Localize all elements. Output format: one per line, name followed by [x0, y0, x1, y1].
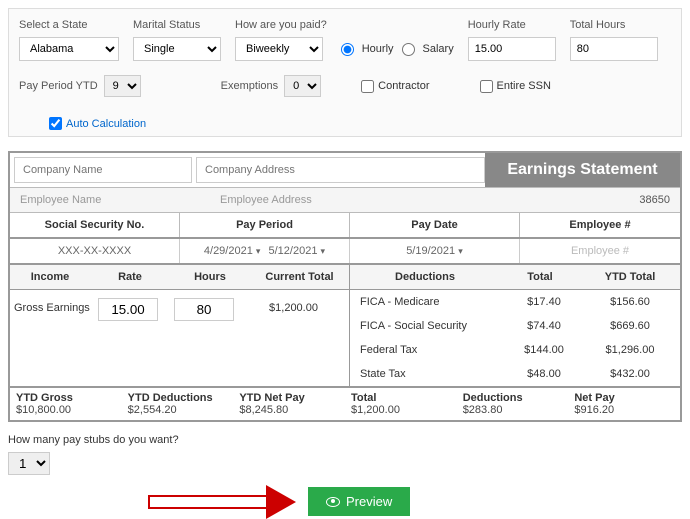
rate-input[interactable] — [468, 37, 556, 61]
ded-total: $74.40 — [504, 320, 584, 332]
ded-total: $48.00 — [504, 368, 584, 380]
gross-earnings-label: Gross Earnings — [14, 298, 90, 314]
earn-current-total: $1,200.00 — [242, 298, 345, 314]
sum-ytd-net-v: $8,245.80 — [239, 404, 339, 416]
ded-ytd: $669.60 — [584, 320, 676, 332]
hours-input[interactable] — [570, 37, 658, 61]
stub-count-question: How many pay stubs do you want? — [8, 434, 682, 446]
earn-hours-input[interactable] — [174, 298, 234, 321]
hdr-pay-date: Pay Date — [350, 213, 520, 237]
auto-label: Auto Calculation — [66, 118, 146, 130]
company-address-input[interactable] — [196, 157, 485, 183]
val-ssn: XXX-XX-XXXX — [10, 239, 180, 263]
ded-ytd: $156.60 — [584, 296, 676, 308]
sum-ytd-ded-v: $2,554.20 — [128, 404, 228, 416]
stub-count-select[interactable]: 1 — [8, 452, 50, 475]
sum-ytd-ded-l: YTD Deductions — [128, 392, 228, 404]
hdr-ssn: Social Security No. — [10, 213, 180, 237]
val-employee-no[interactable]: Employee # — [520, 239, 680, 263]
preview-label: Preview — [346, 494, 392, 509]
paid-select[interactable]: Biweekly — [235, 37, 323, 61]
marital-select[interactable]: Single — [133, 37, 221, 61]
pp-ytd-label: Pay Period YTD — [19, 80, 98, 92]
sum-net-l: Net Pay — [574, 392, 674, 404]
sum-total-l: Total — [351, 392, 451, 404]
sum-ytd-net-l: YTD Net Pay — [239, 392, 339, 404]
exemptions-label: Exemptions — [221, 80, 278, 92]
salary-radio-label: Salary — [423, 43, 454, 55]
arrow-icon — [148, 489, 308, 515]
employee-name-field[interactable]: Employee Name — [10, 188, 210, 212]
hours-label: Total Hours — [570, 19, 658, 31]
settings-panel: Select a State Alabama Marital Status Si… — [8, 8, 682, 137]
ssn-checkbox[interactable] — [480, 80, 493, 93]
marital-label: Marital Status — [133, 19, 221, 31]
pp-end[interactable]: 5/12/2021 ▾ — [269, 245, 326, 257]
exemptions-select[interactable]: 0 — [284, 75, 321, 97]
hourly-radio-label: Hourly — [362, 43, 394, 55]
sum-ytd-gross-l: YTD Gross — [16, 392, 116, 404]
col-total: Total — [500, 265, 580, 289]
sum-ded-l: Deductions — [463, 392, 563, 404]
state-select[interactable]: Alabama — [19, 37, 119, 61]
contractor-label: Contractor — [378, 80, 429, 92]
sum-ytd-gross-v: $10,800.00 — [16, 404, 116, 416]
ded-name: FICA - Medicare — [354, 296, 504, 308]
col-hours: Hours — [170, 265, 250, 289]
sum-net-v: $916.20 — [574, 404, 674, 416]
val-pay-date[interactable]: 5/19/2021 ▾ — [350, 239, 520, 263]
hdr-employee-no: Employee # — [520, 213, 680, 237]
sum-total-v: $1,200.00 — [351, 404, 451, 416]
sum-ded-v: $283.80 — [463, 404, 563, 416]
auto-checkbox[interactable] — [49, 117, 62, 130]
pp-ytd-select[interactable]: 9 — [104, 75, 141, 97]
paid-label: How are you paid? — [235, 19, 327, 31]
salary-radio[interactable] — [402, 43, 415, 56]
earnings-statement: Earnings Statement Employee Name Employe… — [8, 151, 682, 422]
ssn-label: Entire SSN — [497, 80, 551, 92]
ded-ytd: $1,296.00 — [584, 344, 676, 356]
contractor-checkbox[interactable] — [361, 80, 374, 93]
deductions-list: FICA - Medicare$17.40$156.60 FICA - Soci… — [350, 290, 680, 386]
statement-title: Earnings Statement — [485, 153, 680, 187]
ded-name: FICA - Social Security — [354, 320, 504, 332]
ded-name: State Tax — [354, 368, 504, 380]
eye-icon — [326, 497, 340, 507]
col-deductions: Deductions — [350, 265, 500, 289]
ded-ytd: $432.00 — [584, 368, 676, 380]
ded-total: $144.00 — [504, 344, 584, 356]
employee-address-field[interactable]: Employee Address — [210, 188, 600, 212]
ded-total: $17.40 — [504, 296, 584, 308]
col-income: Income — [10, 265, 90, 289]
company-name-input[interactable] — [14, 157, 192, 183]
col-rate: Rate — [90, 265, 170, 289]
rate-label: Hourly Rate — [468, 19, 556, 31]
hourly-radio[interactable] — [341, 43, 354, 56]
pp-start[interactable]: 4/29/2021 ▾ — [204, 245, 261, 257]
col-current-total: Current Total — [250, 265, 350, 289]
hdr-pay-period: Pay Period — [180, 213, 350, 237]
employee-id: 38650 — [600, 188, 680, 212]
earn-rate-input[interactable] — [98, 298, 158, 321]
state-label: Select a State — [19, 19, 119, 31]
col-ytd-total: YTD Total — [580, 265, 680, 289]
ded-name: Federal Tax — [354, 344, 504, 356]
preview-button[interactable]: Preview — [308, 487, 410, 516]
